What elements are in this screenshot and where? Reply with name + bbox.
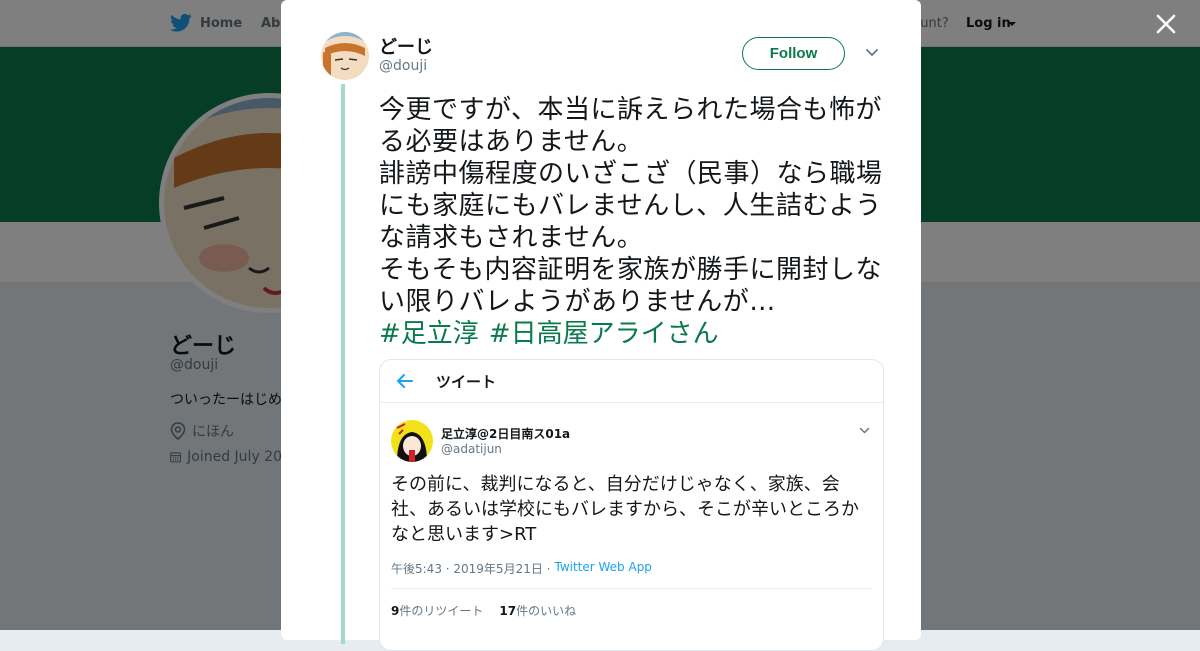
tweet-text-line: そもそも内容証明を家族が勝手に開封しない限りバレようがありませんが… <box>379 255 882 317</box>
thread-line <box>341 84 345 644</box>
tweet-text-line: 誹謗中傷程度のいざこざ（民事）なら職場にも家庭にもバレませんし、人生詰むような請… <box>379 159 883 253</box>
embedded-likes-count: 17 <box>499 604 517 618</box>
embedded-time: 午後5:43 · 2019年5月21日 · <box>391 562 551 576</box>
author-avatar-image <box>321 32 369 80</box>
tweet-text: 今更ですが、本当に訴えられた場合も怖がる必要はありません。 誹謗中傷程度のいざこ… <box>379 94 889 318</box>
embedded-author-name: 足立淳@2日目南ス01a <box>441 427 571 441</box>
embedded-tweet-text: その前に、裁判になると、自分だけじゃなく、家族、会社、あるいは学校にもバレますか… <box>391 474 859 545</box>
embedded-tweet-image[interactable]: ツイート 足立淳@2日目南ス01a @adatijun その前に、裁判になると、… <box>379 359 884 651</box>
embedded-author-handle: @adatijun <box>441 442 502 456</box>
tweet-modal: どーじ @douji Follow 今更ですが、本当に訴えられた場合も怖がる必要… <box>281 0 921 651</box>
close-icon[interactable] <box>1152 10 1180 38</box>
hashtag-link[interactable]: #日高屋アライさん <box>489 318 719 350</box>
embedded-author-avatar <box>391 420 433 462</box>
embedded-timestamp: 午後5:43 · 2019年5月21日 · Twitter Web App <box>391 560 652 577</box>
follow-button[interactable]: Follow <box>742 37 845 70</box>
embedded-retweets: 9件のリツイート <box>391 602 483 619</box>
back-arrow-icon <box>397 374 413 388</box>
embedded-app-source: Twitter Web App <box>554 560 652 574</box>
embedded-likes: 17件のいいね <box>499 602 576 619</box>
embedded-likes-label: 件のいいね <box>516 604 577 618</box>
author-handle[interactable]: @douji <box>379 58 427 74</box>
chevron-down-icon[interactable] <box>865 48 879 58</box>
embedded-stats: 9件のリツイート 17件のいいね <box>391 602 576 619</box>
hashtag-list: #足立淳 #日高屋アライさん <box>379 318 719 350</box>
embedded-header: ツイート <box>380 360 883 403</box>
embedded-divider <box>391 588 871 589</box>
embedded-avatar-image <box>391 420 433 462</box>
chevron-down-icon <box>859 427 870 434</box>
author-name[interactable]: どーじ <box>379 33 433 59</box>
tweet-text-line: 今更ですが、本当に訴えられた場合も怖がる必要はありません。 <box>379 95 882 157</box>
hashtag-link[interactable]: #足立淳 <box>379 318 479 350</box>
author-avatar[interactable] <box>321 32 369 80</box>
embedded-retweets-label: 件のリツイート <box>399 604 484 618</box>
embedded-header-title: ツイート <box>436 373 497 391</box>
